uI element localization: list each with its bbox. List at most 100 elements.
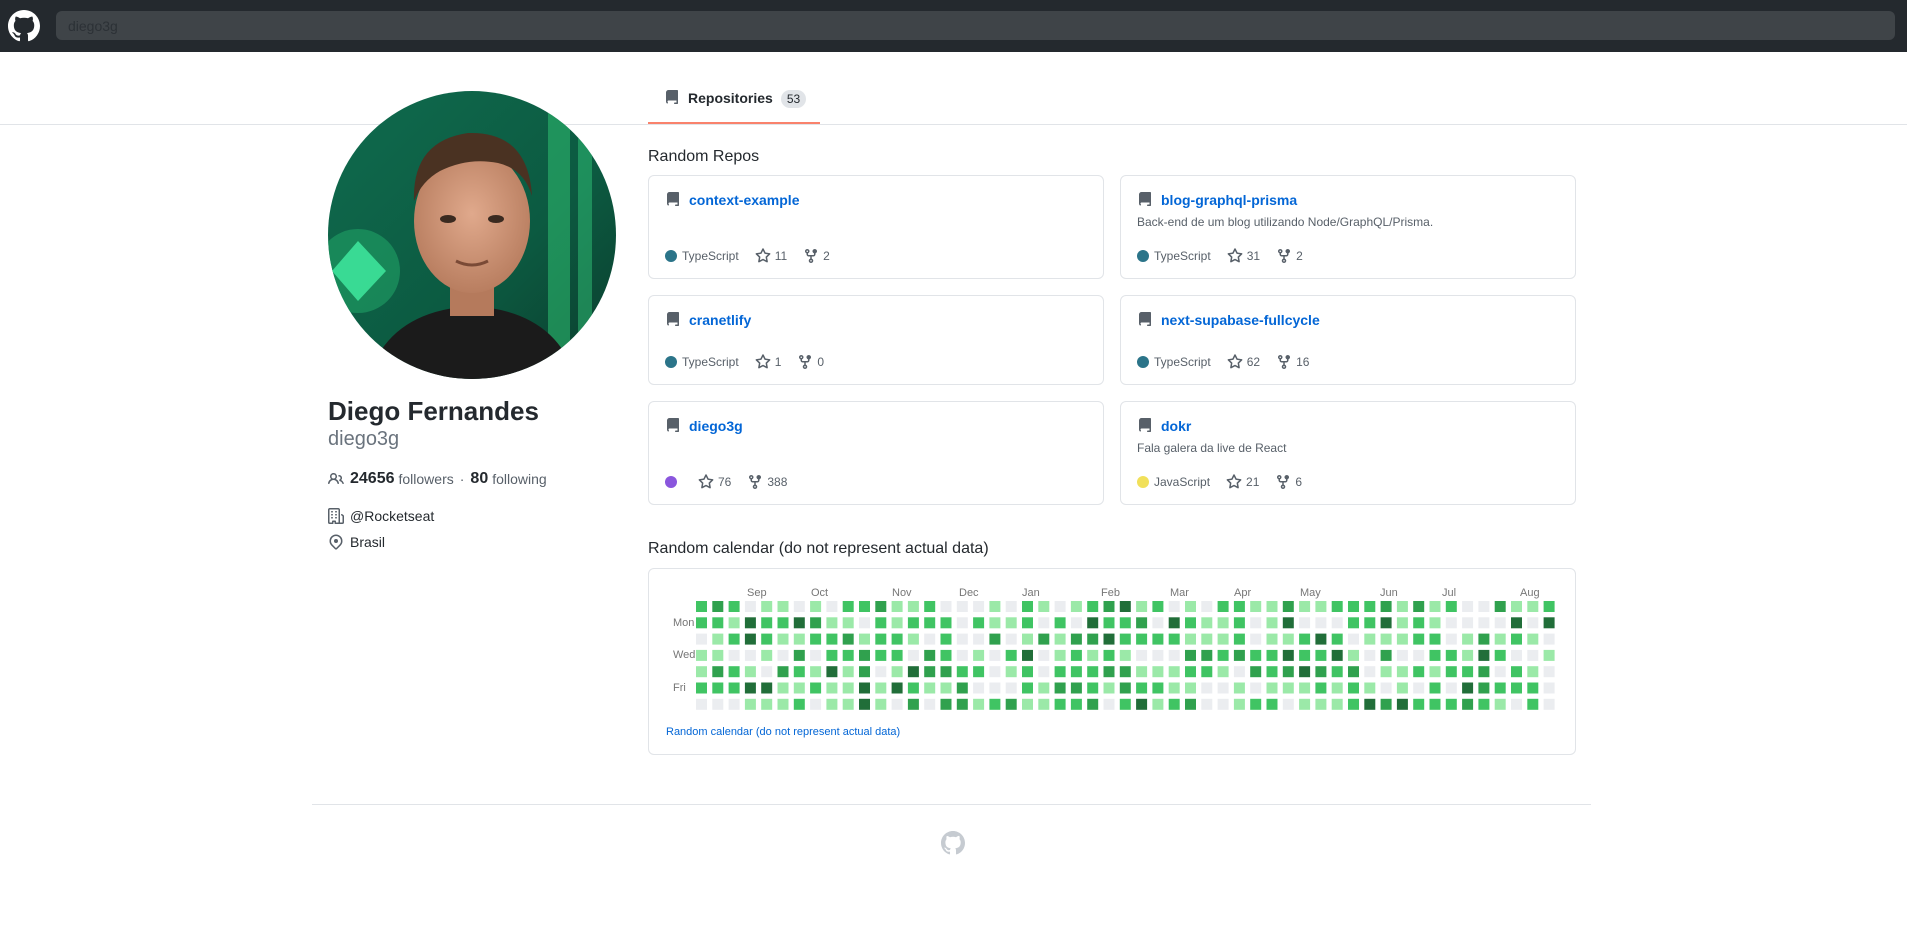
calendar-day-cell xyxy=(891,666,903,678)
repo-forks[interactable]: 2 xyxy=(1296,249,1303,263)
repo-forks[interactable]: 388 xyxy=(767,475,787,489)
calendar-day-cell xyxy=(1038,682,1050,694)
repo-title[interactable]: next-supabase-fullcycle xyxy=(1137,312,1320,328)
calendar-day-cell xyxy=(1168,649,1180,661)
repo-forks[interactable]: 6 xyxy=(1295,475,1302,489)
repo-title[interactable]: cranetlify xyxy=(665,312,751,328)
language-color-dot xyxy=(665,476,677,488)
calendar-day-cell xyxy=(696,649,707,661)
repo-icon xyxy=(667,312,679,326)
calendar-day-cell xyxy=(891,698,903,710)
following-label[interactable]: following xyxy=(492,471,546,487)
repo-stars[interactable]: 62 xyxy=(1247,355,1260,369)
calendar-day-cell xyxy=(1331,698,1343,710)
repo-card[interactable]: dokr Fala galera da live de React JavaScri… xyxy=(1120,401,1576,505)
avatar xyxy=(328,91,616,379)
repo-icon xyxy=(1139,192,1151,206)
repo-meta: TypeScript 11 2 xyxy=(665,248,830,264)
repo-title[interactable]: context-example xyxy=(665,192,799,208)
calendar-day-cell xyxy=(1185,601,1196,612)
calendar-day-cell xyxy=(1217,698,1229,710)
calendar-day-cell xyxy=(842,649,854,661)
calendar-day-cell xyxy=(1396,617,1408,629)
calendar-day-cell xyxy=(1054,698,1066,710)
calendar-day-cell xyxy=(1429,666,1441,678)
repo-card[interactable]: blog-graphql-prisma Back-end de um blog u… xyxy=(1120,175,1576,279)
tab-repositories[interactable]: Repositories 53 xyxy=(648,86,820,124)
repo-description: Back-end de um blog utilizando Node/Grap… xyxy=(1137,215,1434,229)
calendar-day-cell xyxy=(1445,649,1457,661)
repo-stars[interactable]: 76 xyxy=(718,475,731,489)
calendar-day-cell xyxy=(1429,682,1441,694)
repo-card[interactable]: cranetlify TypeScript 1 0 xyxy=(648,295,1104,385)
search-input[interactable] xyxy=(56,11,1895,40)
calendar-day-cell xyxy=(1070,682,1082,694)
repo-card[interactable]: diego3g 76 388 xyxy=(648,401,1104,505)
followers-label[interactable]: followers xyxy=(399,471,454,487)
calendar-day-cell xyxy=(1282,698,1294,710)
github-logo-icon[interactable] xyxy=(941,831,965,855)
calendar-day-cell xyxy=(973,601,985,612)
calendar-day-cell xyxy=(1005,682,1017,694)
tab-label: Repositories xyxy=(688,90,773,106)
calendar-day-cell xyxy=(1005,617,1017,629)
calendar-day-cell xyxy=(859,682,870,694)
repo-forks[interactable]: 2 xyxy=(823,249,830,263)
calendar-day-cell xyxy=(712,633,724,645)
follow-separator: · xyxy=(459,471,465,487)
repo-meta: TypeScript 62 16 xyxy=(1137,354,1309,370)
repo-name[interactable]: diego3g xyxy=(689,418,743,434)
calendar-day-cell xyxy=(842,666,854,678)
star-icon xyxy=(1227,354,1243,369)
organization-icon xyxy=(328,508,344,524)
followers-count[interactable]: 24656 xyxy=(350,470,395,488)
following-count[interactable]: 80 xyxy=(470,470,488,488)
calendar-day-cell xyxy=(728,633,740,645)
calendar-day-cell xyxy=(973,649,985,661)
repo-title[interactable]: dokr xyxy=(1137,418,1191,434)
calendar-day-cell xyxy=(1380,617,1392,629)
repo-forks[interactable]: 0 xyxy=(817,355,824,369)
repo-card[interactable]: context-example TypeScript 11 2 xyxy=(648,175,1104,279)
repo-name[interactable]: dokr xyxy=(1161,418,1191,434)
calendar-day-cell xyxy=(1396,649,1408,661)
calendar-day-cell xyxy=(1462,633,1474,645)
calendar-day-cell xyxy=(1315,649,1327,661)
calendar-day-cell xyxy=(859,666,870,678)
repo-name[interactable]: context-example xyxy=(689,192,799,208)
calendar-day-cell xyxy=(891,649,903,661)
repo-title[interactable]: diego3g xyxy=(665,418,743,434)
repo-stars[interactable]: 21 xyxy=(1246,475,1259,489)
fork-icon xyxy=(805,249,818,264)
fork-icon xyxy=(1278,249,1291,264)
repo-stars[interactable]: 11 xyxy=(775,249,787,263)
repo-card[interactable]: next-supabase-fullcycle TypeScript 62 16 xyxy=(1120,295,1576,385)
calendar-day-cell xyxy=(1315,682,1327,694)
calendar-day-cell xyxy=(1136,633,1148,645)
calendar-month-label: Jun xyxy=(1380,587,1398,599)
repo-name[interactable]: next-supabase-fullcycle xyxy=(1161,312,1320,328)
calendar-day-cell xyxy=(1185,633,1196,645)
calendar-day-cell xyxy=(1445,601,1457,612)
repo-stars[interactable]: 1 xyxy=(775,355,782,369)
calendar-day-cell xyxy=(810,617,822,629)
calendar-caption-link[interactable]: Random calendar (do not represent actual… xyxy=(666,726,900,738)
calendar-day-cell xyxy=(1022,649,1033,661)
calendar-day-cell xyxy=(1054,682,1066,694)
calendar-day-cell xyxy=(1282,601,1294,612)
repo-forks[interactable]: 16 xyxy=(1296,355,1309,369)
calendar-day-cell xyxy=(842,698,854,710)
repo-name[interactable]: blog-graphql-prisma xyxy=(1161,192,1297,208)
github-logo-icon[interactable] xyxy=(8,10,40,42)
calendar-day-cell xyxy=(1185,617,1196,629)
calendar-day-cell xyxy=(924,698,936,710)
calendar-day-cell xyxy=(1168,682,1180,694)
repo-stars[interactable]: 31 xyxy=(1247,249,1260,263)
repo-name[interactable]: cranetlify xyxy=(689,312,751,328)
calendar-day-cell xyxy=(1429,617,1441,629)
calendar-day-cell xyxy=(1070,649,1082,661)
calendar-month-label: Sep xyxy=(747,587,767,599)
repo-title[interactable]: blog-graphql-prisma xyxy=(1137,192,1297,208)
calendar-day-cell xyxy=(1038,633,1050,645)
repo-meta: 76 388 xyxy=(665,474,787,490)
